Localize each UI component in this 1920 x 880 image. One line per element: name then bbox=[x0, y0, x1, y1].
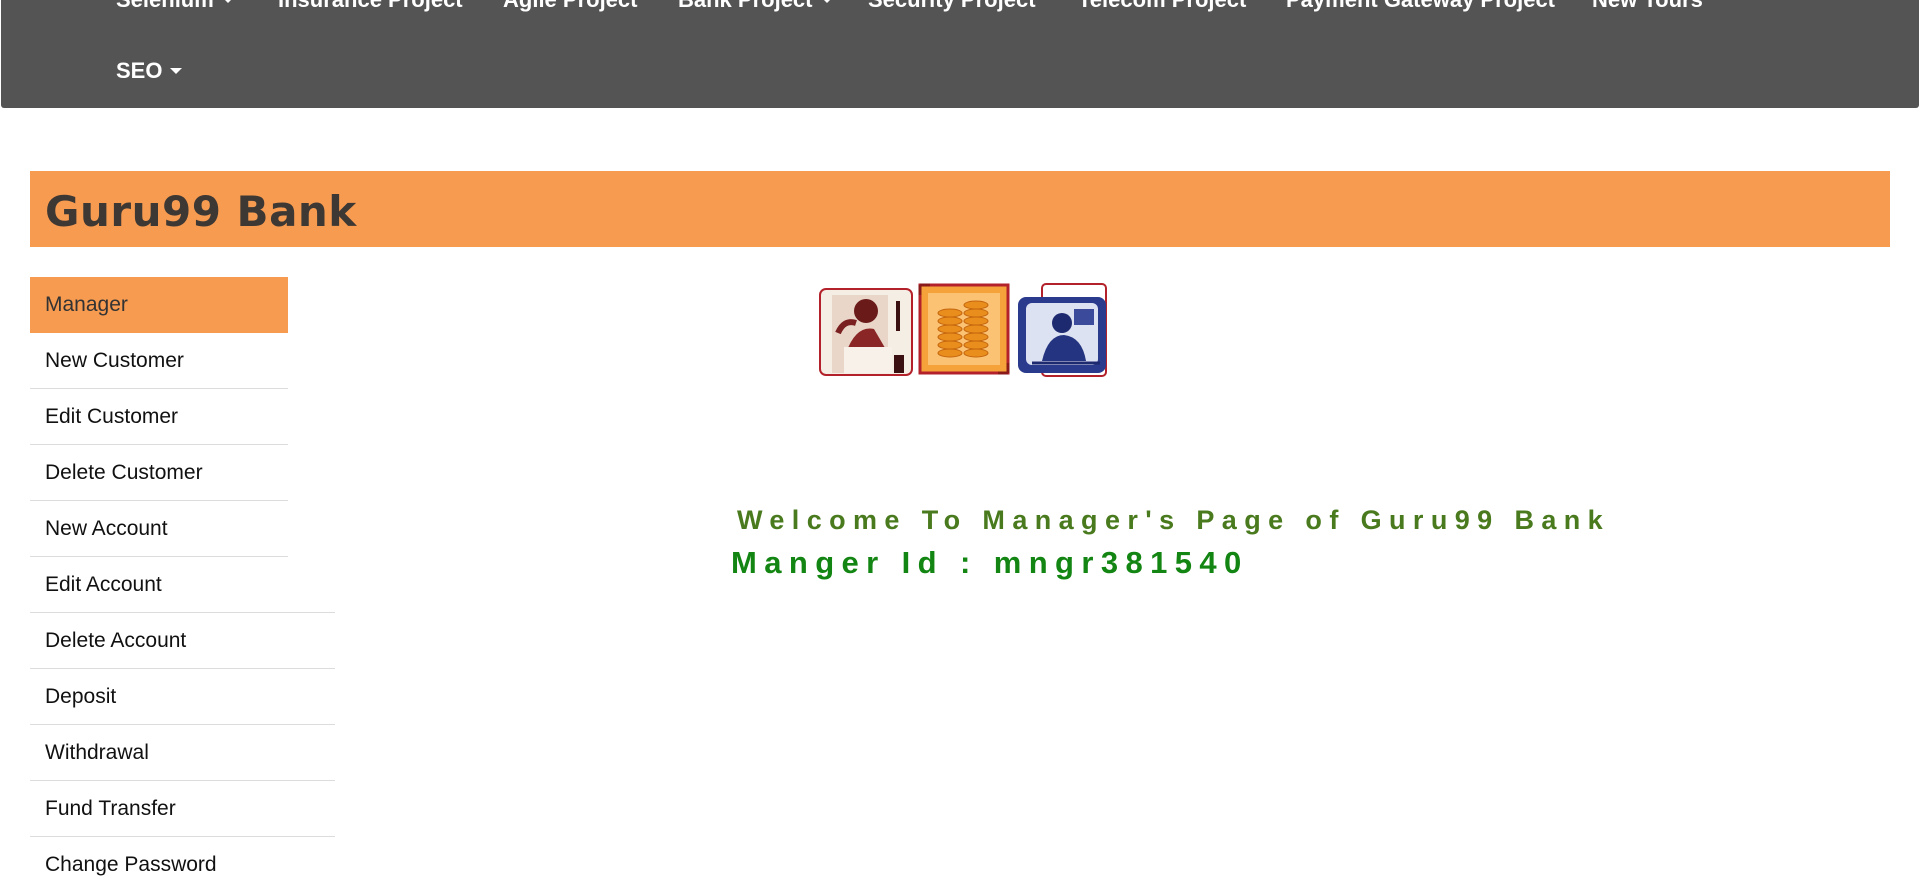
nav-item-agile-project[interactable]: Agile Project bbox=[503, 0, 637, 14]
woman-at-computer-icon bbox=[1018, 283, 1107, 377]
sidebar-item-label: Delete Account bbox=[45, 628, 187, 652]
caret-down-icon bbox=[170, 67, 183, 74]
sidebar-item-edit-account[interactable]: Edit Account bbox=[30, 557, 335, 613]
sidebar-item-withdrawal[interactable]: Withdrawal bbox=[30, 725, 335, 781]
nav-item-bank-project[interactable]: Bank Project bbox=[678, 0, 833, 14]
sidebar-item-new-account[interactable]: New Account bbox=[30, 501, 288, 557]
nav-item-label: SEO bbox=[116, 58, 163, 83]
sidebar-item-label: Change Password bbox=[45, 852, 217, 876]
caret-down-icon bbox=[221, 0, 234, 3]
sidebar-item-label: New Customer bbox=[45, 348, 184, 372]
sidebar-item-manager[interactable]: Manager bbox=[30, 277, 288, 333]
man-on-phone-icon bbox=[819, 288, 913, 376]
nav-item-seo[interactable]: SEO bbox=[116, 57, 183, 85]
sidebar-item-fund-transfer[interactable]: Fund Transfer bbox=[30, 781, 335, 837]
sidebar-item-label: Edit Customer bbox=[45, 404, 179, 428]
sidebar-item-label: Manager bbox=[45, 293, 128, 316]
bank-title: Guru99 Bank bbox=[45, 187, 357, 236]
sidebar-item-edit-customer[interactable]: Edit Customer bbox=[30, 389, 288, 445]
coin-stack-icon bbox=[918, 283, 1010, 375]
nav-item-insurance-project[interactable]: Insurance Project bbox=[278, 0, 463, 14]
manager-id-text: Manger Id : mngr381540 bbox=[731, 545, 1249, 580]
nav-item-payment-gateway-project[interactable]: Payment Gateway Project bbox=[1286, 0, 1555, 14]
nav-item-label: Security Project bbox=[868, 0, 1036, 12]
caret-down-icon bbox=[820, 0, 833, 3]
sidebar-item-label: New Account bbox=[45, 516, 168, 540]
sidebar-item-delete-customer[interactable]: Delete Customer bbox=[30, 445, 288, 501]
nav-item-telecom-project[interactable]: Telecom Project bbox=[1078, 0, 1246, 14]
nav-item-security-project[interactable]: Security Project bbox=[868, 0, 1036, 14]
nav-menu-row-top: Selenium Insurance Project Agile Project… bbox=[1, 0, 1919, 14]
sidebar-item-change-password[interactable]: Change Password bbox=[30, 837, 335, 880]
sidebar-item-label: Fund Transfer bbox=[45, 796, 176, 820]
nav-item-new-tours[interactable]: New Tours bbox=[1592, 0, 1703, 14]
nav-item-label: Selenium bbox=[116, 0, 214, 12]
nav-item-label: Bank Project bbox=[678, 0, 813, 12]
nav-item-label: Insurance Project bbox=[278, 0, 463, 12]
sidebar-item-label: Deposit bbox=[45, 684, 117, 708]
nav-item-label: Telecom Project bbox=[1078, 0, 1246, 12]
top-navbar: Selenium Insurance Project Agile Project… bbox=[1, 0, 1919, 108]
nav-item-label: Agile Project bbox=[503, 0, 637, 12]
sidebar-item-label: Edit Account bbox=[45, 572, 162, 596]
sidebar-item-label: Delete Customer bbox=[45, 460, 203, 484]
sidebar-item-label: Withdrawal bbox=[45, 740, 149, 764]
sidebar-item-delete-account[interactable]: Delete Account bbox=[30, 613, 335, 669]
nav-item-label: Payment Gateway Project bbox=[1286, 0, 1555, 12]
sidebar-item-new-customer[interactable]: New Customer bbox=[30, 333, 288, 389]
bank-banner: Guru99 Bank bbox=[30, 171, 1890, 247]
bank-logo-strip bbox=[816, 283, 1110, 377]
nav-item-selenium[interactable]: Selenium bbox=[116, 0, 234, 14]
nav-menu-row-bottom: SEO bbox=[1, 57, 1919, 87]
sidebar-item-deposit[interactable]: Deposit bbox=[30, 669, 335, 725]
nav-item-label: New Tours bbox=[1592, 0, 1703, 12]
welcome-message: Welcome To Manager's Page of Guru99 Bank bbox=[737, 505, 1611, 535]
